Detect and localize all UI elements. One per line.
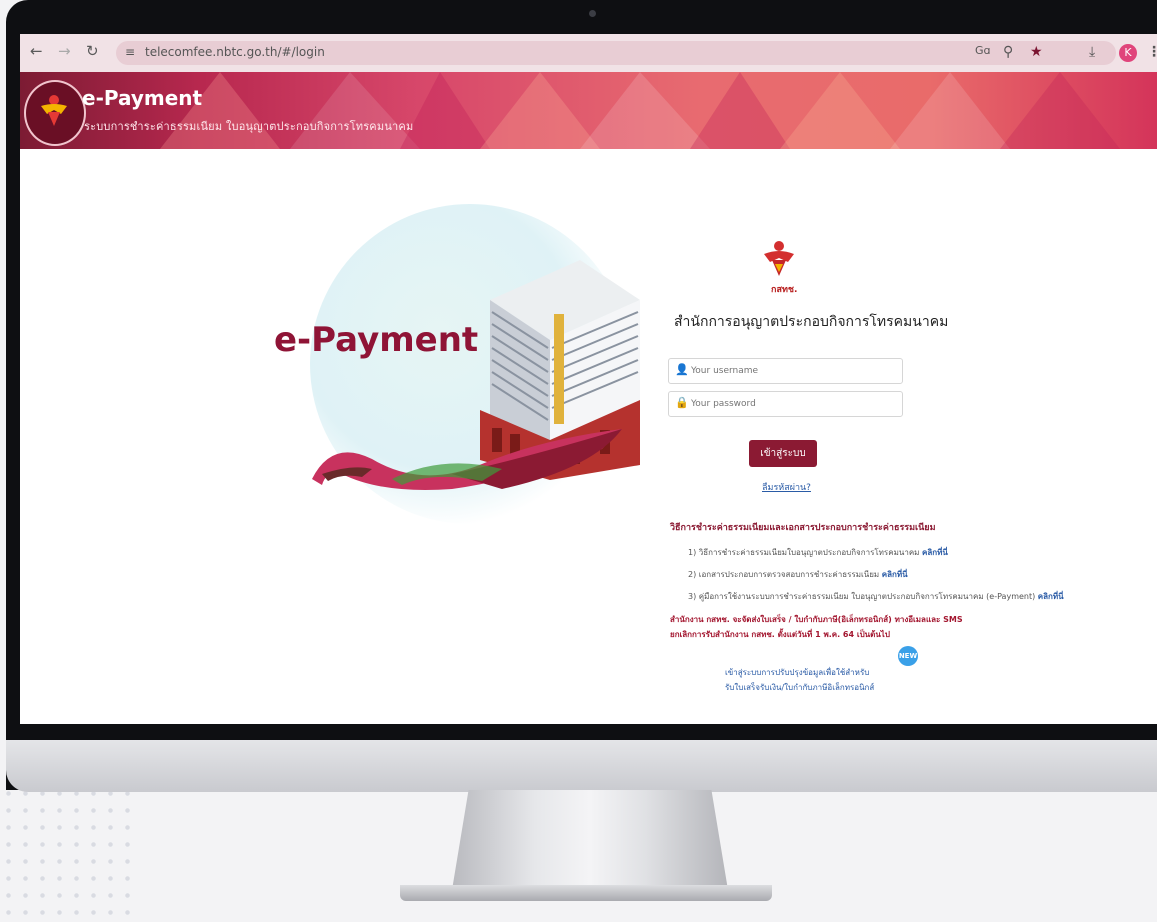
username-field[interactable]: 👤 bbox=[668, 358, 903, 384]
password-input[interactable] bbox=[689, 394, 898, 414]
monitor-base bbox=[400, 885, 772, 901]
star-icon[interactable]: ★ bbox=[1030, 44, 1043, 60]
lock-icon: 🔒 bbox=[675, 396, 689, 409]
monitor-stand bbox=[452, 790, 728, 890]
webcam bbox=[589, 10, 596, 17]
screen: ← → ↻ ≡ telecomfee.nbtc.go.th/#/login Gɑ… bbox=[20, 34, 1157, 724]
header-pattern bbox=[160, 72, 1120, 149]
login-button[interactable]: เข้าสู่ระบบ bbox=[749, 440, 817, 467]
receipt-notice-line-1: สำนักงาน กสทช. จะจัดส่งใบเสร็จ / ใบกำกับ… bbox=[670, 615, 963, 624]
info-item-link[interactable]: คลิกที่นี่ bbox=[882, 570, 908, 579]
profile-icon[interactable]: K bbox=[1119, 44, 1137, 62]
payment-info-heading: วิธีการชำระค่าธรรมเนียมและเอกสารประกอบกา… bbox=[670, 523, 936, 533]
receipt-notice-line-2: ยกเลิกการรับสำนักงาน กสทช. ตั้งแต่วันที่… bbox=[670, 630, 890, 639]
update-banner-line-2[interactable]: รับใบเสร็จรับเงิน/ใบกำกับภาษีอิเล็กทรอนิ… bbox=[725, 681, 874, 694]
info-item-link[interactable]: คลิกที่นี่ bbox=[922, 548, 948, 557]
reload-icon[interactable]: ↻ bbox=[86, 42, 99, 60]
arrow-right-icon[interactable]: → bbox=[58, 42, 71, 60]
update-banner-line-1[interactable]: เข้าสู่ระบบการปรับปรุงข้อมูลเพื่อใช้สำหร… bbox=[725, 666, 869, 679]
password-field[interactable]: 🔒 bbox=[668, 391, 903, 417]
new-badge: NEW bbox=[898, 646, 918, 666]
browser-toolbar: ← → ↻ ≡ telecomfee.nbtc.go.th/#/login Gɑ… bbox=[20, 34, 1157, 72]
info-item-1: 1) วิธีการชำระค่าธรรมเนียมใบอนุญาตประกอบ… bbox=[688, 546, 948, 559]
info-item-text: 2) เอกสารประกอบการตรวจสอบการชำระค่าธรรมเ… bbox=[688, 570, 880, 579]
info-item-text: 3) คู่มือการใช้งานระบบการชำระค่าธรรมเนีย… bbox=[688, 592, 1036, 601]
translate-icon[interactable]: Gɑ bbox=[975, 44, 991, 57]
info-item-text: 1) วิธีการชำระค่าธรรมเนียมใบอนุญาตประกอบ… bbox=[688, 548, 920, 557]
download-icon[interactable]: ⤓ bbox=[1089, 44, 1095, 60]
info-item-link[interactable]: คลิกที่นี่ bbox=[1038, 592, 1064, 601]
organization-name: สำนักการอนุญาตประกอบกิจการโทรคมนาคม bbox=[674, 314, 949, 330]
user-icon: 👤 bbox=[675, 363, 689, 376]
forgot-password-link[interactable]: ลืมรหัสผ่าน? bbox=[762, 480, 811, 494]
garuda-emblem-icon bbox=[24, 80, 86, 146]
zoom-icon[interactable]: ⚲ bbox=[1003, 44, 1013, 60]
info-item-2: 2) เอกสารประกอบการตรวจสอบการชำระค่าธรรมเ… bbox=[688, 568, 908, 581]
url-text[interactable]: telecomfee.nbtc.go.th/#/login bbox=[145, 45, 325, 59]
app-subtitle: ระบบการชำระค่าธรรมเนียม ใบอนุญาตประกอบกิ… bbox=[84, 120, 414, 133]
arrow-left-icon[interactable]: ← bbox=[30, 42, 43, 60]
username-input[interactable] bbox=[689, 361, 898, 381]
app-title: e-Payment bbox=[82, 86, 203, 110]
info-item-3: 3) คู่มือการใช้งานระบบการชำระค่าธรรมเนีย… bbox=[688, 590, 1064, 603]
site-header: e-Payment ระบบการชำระค่าธรรมเนียม ใบอนุญ… bbox=[20, 72, 1157, 149]
background-dot-pattern bbox=[0, 785, 130, 922]
logo-caption: กสทช. bbox=[771, 285, 798, 295]
menu-icon[interactable]: ⋮ bbox=[1147, 44, 1157, 60]
monitor-chin bbox=[6, 740, 1157, 792]
site-settings-icon[interactable]: ≡ bbox=[125, 45, 135, 59]
garuda-logo-icon bbox=[764, 241, 794, 276]
hero-title: e-Payment bbox=[274, 320, 479, 360]
hero-wave-decoration bbox=[312, 429, 622, 490]
